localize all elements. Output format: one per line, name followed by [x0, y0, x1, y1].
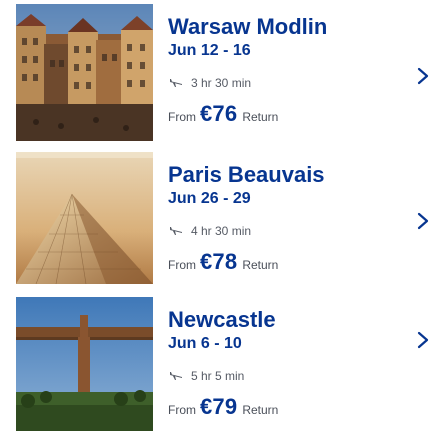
destination-list: Warsaw Modlin Jun 12 - 16 3 hr 30 min Fr…	[0, 0, 447, 433]
trip-dates: Jun 26 - 29	[168, 190, 251, 207]
destination-thumbnail	[16, 297, 153, 431]
price: €78	[200, 249, 238, 274]
destination-city: Newcastle	[168, 307, 276, 332]
price-row: From €76 Return	[168, 101, 408, 127]
destination-thumbnail	[16, 4, 153, 141]
from-label: From	[168, 403, 196, 417]
destination-card-warsaw-modlin[interactable]: Warsaw Modlin Jun 12 - 16 3 hr 30 min Fr…	[0, 0, 447, 142]
price: €76	[200, 101, 238, 126]
destination-card-newcastle[interactable]: Newcastle Jun 6 - 10 5 hr 5 min From €79…	[0, 293, 447, 433]
price: €79	[200, 394, 238, 419]
flight-duration-text: 3 hr 30 min	[191, 76, 252, 90]
plane-icon	[169, 78, 183, 88]
return-label: Return	[242, 403, 279, 417]
destination-info: Paris Beauvais Jun 26 - 29 4 hr 30 min F…	[168, 162, 408, 275]
flight-duration: 3 hr 30 min	[168, 75, 408, 91]
price-row: From €78 Return	[168, 249, 408, 275]
destination-card-paris-beauvais[interactable]: Paris Beauvais Jun 26 - 29 4 hr 30 min F…	[0, 148, 447, 287]
destination-thumbnail	[16, 152, 153, 284]
destination-info: Warsaw Modlin Jun 12 - 16 3 hr 30 min Fr…	[168, 14, 408, 127]
trip-dates: Jun 12 - 16	[168, 42, 251, 59]
from-label: From	[168, 110, 196, 124]
flight-duration-text: 4 hr 30 min	[191, 224, 252, 238]
flight-duration: 5 hr 5 min	[168, 368, 408, 384]
flight-duration-text: 5 hr 5 min	[191, 369, 245, 383]
trip-dates: Jun 6 - 10	[168, 335, 242, 352]
chevron-right-icon[interactable]	[417, 212, 429, 230]
return-label: Return	[242, 110, 279, 124]
return-label: Return	[242, 258, 279, 272]
from-label: From	[168, 258, 196, 272]
destination-info: Newcastle Jun 6 - 10 5 hr 5 min From €79…	[168, 307, 408, 420]
plane-icon	[169, 226, 183, 236]
flight-duration: 4 hr 30 min	[168, 223, 408, 239]
chevron-right-icon[interactable]	[417, 67, 429, 85]
destination-city: Warsaw Modlin	[168, 14, 328, 39]
chevron-right-icon[interactable]	[417, 331, 429, 349]
price-row: From €79 Return	[168, 394, 408, 420]
destination-city: Paris Beauvais	[168, 162, 325, 187]
plane-icon	[169, 371, 183, 381]
